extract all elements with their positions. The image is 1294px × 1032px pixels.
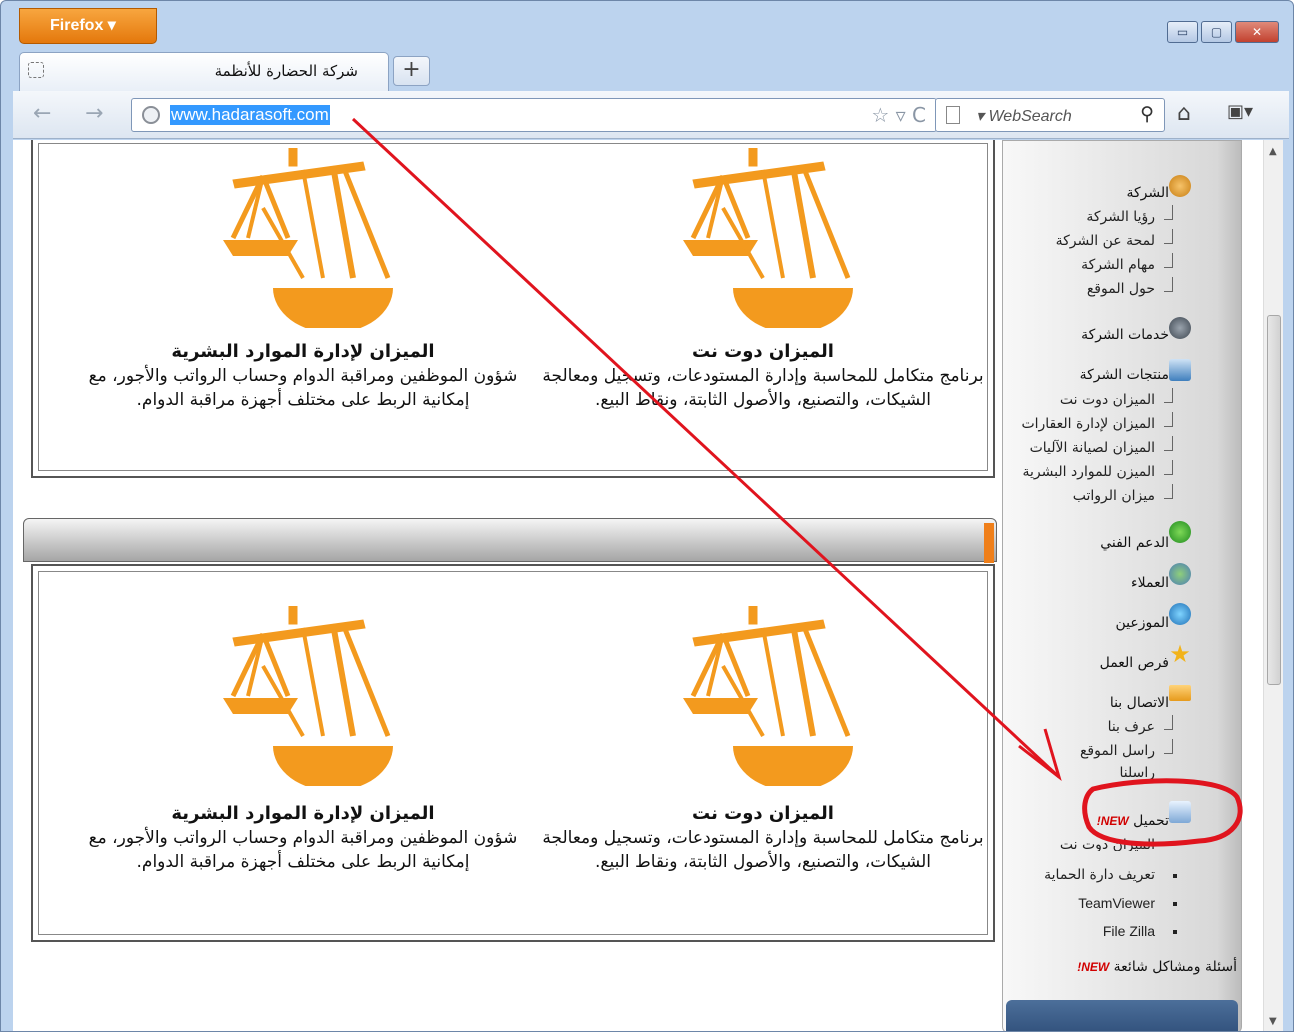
sidebar-subitem[interactable]: رؤيا الشركة [1086,205,1173,225]
browser-window: Firefox ▾ ▭ ▢ ✕ شركة الحضارة للأنظمة + ←… [0,0,1294,1032]
new-tab-button[interactable]: + [393,56,430,86]
scale-logo-icon [683,606,853,786]
firefox-menu-button[interactable]: Firefox ▾ [19,8,157,44]
vertical-scrollbar[interactable]: ▲ ▼ [1263,140,1283,1031]
mail-icon [1169,685,1191,701]
product-description: شؤون الموظفين ومراقبة الدوام وحساب الروا… [88,828,518,872]
maximize-button[interactable]: ▢ [1201,21,1232,43]
home-icon[interactable]: ⌂ [1177,101,1191,126]
sidebar-footer-box [1006,1000,1238,1031]
sidebar-subitem[interactable]: ميزان الرواتب [1073,484,1174,504]
sidebar-item-clients[interactable]: العملاء [1131,575,1169,591]
search-bar[interactable]: ▾ WebSearch ⚲ [935,98,1165,132]
products-icon [1169,359,1191,381]
sidebar-item-support[interactable]: الدعم الفني [1100,535,1169,551]
users-icon [1169,563,1191,585]
search-icon[interactable]: ⚲ [1140,103,1154,126]
scale-logo-icon [683,148,853,328]
search-input[interactable]: ▾ WebSearch [976,106,1072,126]
sidebar-subitem[interactable]: مهام الشركة [1081,253,1173,273]
scale-logo-icon [223,606,393,786]
sidebar-subitem[interactable]: TeamViewer [1078,895,1177,911]
close-button[interactable]: ✕ [1235,21,1279,43]
sidebar-item-download[interactable]: تحميل NEW! [1097,813,1169,829]
company-icon [1169,175,1191,197]
sidebar-item-faq[interactable]: أسئلة ومشاكل شائعة NEW! [1077,959,1237,975]
window-controls: ▭ ▢ ✕ [1167,21,1279,43]
product-title[interactable]: الميزان دوت نت [533,340,993,364]
sidebar-subitem[interactable]: راسل الموقع [1080,739,1174,759]
product-title[interactable]: الميزان دوت نت [533,802,993,826]
sidebar-subitem[interactable]: تعريف دارة الحماية [1044,867,1177,883]
sidebar-subitem[interactable]: الميزان لإدارة العقارات [1021,412,1173,432]
sidebar-subitem[interactable]: الميزن للموارد البشرية [1023,460,1173,480]
sidebar-subitem[interactable]: لمحة عن الشركة [1056,229,1174,249]
scrollbar-thumb[interactable] [1267,315,1281,685]
forward-icon[interactable]: → [85,101,103,126]
url-bar[interactable]: www.hadarasoft.com ☆ ▿ C [131,98,937,132]
sidebar-subitem[interactable]: عرف بنا [1108,715,1174,735]
sidebar-subitem[interactable]: راسلنا [1119,765,1155,779]
url-text[interactable]: www.hadarasoft.com [170,105,330,125]
check-icon [1169,521,1191,543]
search-engine-icon[interactable] [946,106,960,124]
scale-logo-icon [223,148,393,328]
product-card: الميزان دوت نت برنامج متكامل للمحاسبة وإ… [533,340,993,412]
sidebar-subitem[interactable]: File Zilla [1103,923,1178,939]
download-icon [1169,801,1191,823]
minimize-button[interactable]: ▭ [1167,21,1198,43]
globe-icon [1169,603,1191,625]
product-panel: الميزان دوت نت برنامج متكامل للمحاسبة وإ… [31,140,995,478]
back-icon[interactable]: ← [33,101,51,126]
product-title[interactable]: الميزان لإدارة الموارد البشرية [73,802,533,826]
page-viewport: الميزان دوت نت برنامج متكامل للمحاسبة وإ… [13,140,1283,1031]
download-label[interactable]: تحميل [1133,813,1169,829]
globe-icon [142,106,160,124]
sidebar-item-company[interactable]: الشركة [1126,185,1169,201]
reload-icon[interactable]: ☆ ▿ C [871,103,926,127]
browser-tab[interactable]: شركة الحضارة للأنظمة [19,52,389,91]
sidebar-item-contact[interactable]: الاتصال بنا [1110,695,1169,711]
bookmarks-icon[interactable]: ▣▾ [1227,101,1253,122]
sidebar-subitem[interactable]: الميزان دوت نت [1060,837,1155,851]
sidebar-subitem[interactable]: الميزان لصيانة الآليات [1030,436,1174,456]
sidebar-menu: الشركة رؤيا الشركة لمحة عن الشركة مهام ا… [1002,140,1242,1031]
section-header-bar [23,518,997,563]
product-description: شؤون الموظفين ومراقبة الدوام وحساب الروا… [88,366,518,410]
product-description: برنامج متكامل للمحاسبة وإدارة المستودعات… [542,366,984,410]
sidebar-item-products[interactable]: منتجات الشركة [1080,367,1169,383]
services-icon [1169,317,1191,339]
sidebar-subitem[interactable]: حول الموقع [1087,277,1174,297]
new-badge: NEW! [1096,814,1129,828]
tab-title: شركة الحضارة للأنظمة [214,62,358,80]
product-description: برنامج متكامل للمحاسبة وإدارة المستودعات… [542,828,984,872]
sidebar-item-jobs[interactable]: فرص العمل [1100,655,1169,671]
navigation-toolbar: ← → www.hadarasoft.com ☆ ▿ C ▾ WebSearch… [13,91,1289,139]
sidebar-item-services[interactable]: خدمات الشركة [1081,327,1169,343]
product-card: الميزان لإدارة الموارد البشرية شؤون المو… [73,340,533,412]
product-card: الميزان لإدارة الموارد البشرية شؤون المو… [73,802,533,874]
product-panel: الميزان دوت نت برنامج متكامل للمحاسبة وإ… [31,564,995,942]
faq-label[interactable]: أسئلة ومشاكل شائعة [1114,959,1237,975]
sidebar-item-distributors[interactable]: الموزعين [1116,615,1169,631]
product-title[interactable]: الميزان لإدارة الموارد البشرية [73,340,533,364]
tab-favicon-icon [28,62,44,78]
new-badge: NEW! [1077,960,1110,974]
star-icon: ★ [1169,640,1191,668]
sidebar-subitem[interactable]: الميزان دوت نت [1060,388,1174,408]
product-card: الميزان دوت نت برنامج متكامل للمحاسبة وإ… [533,802,993,874]
